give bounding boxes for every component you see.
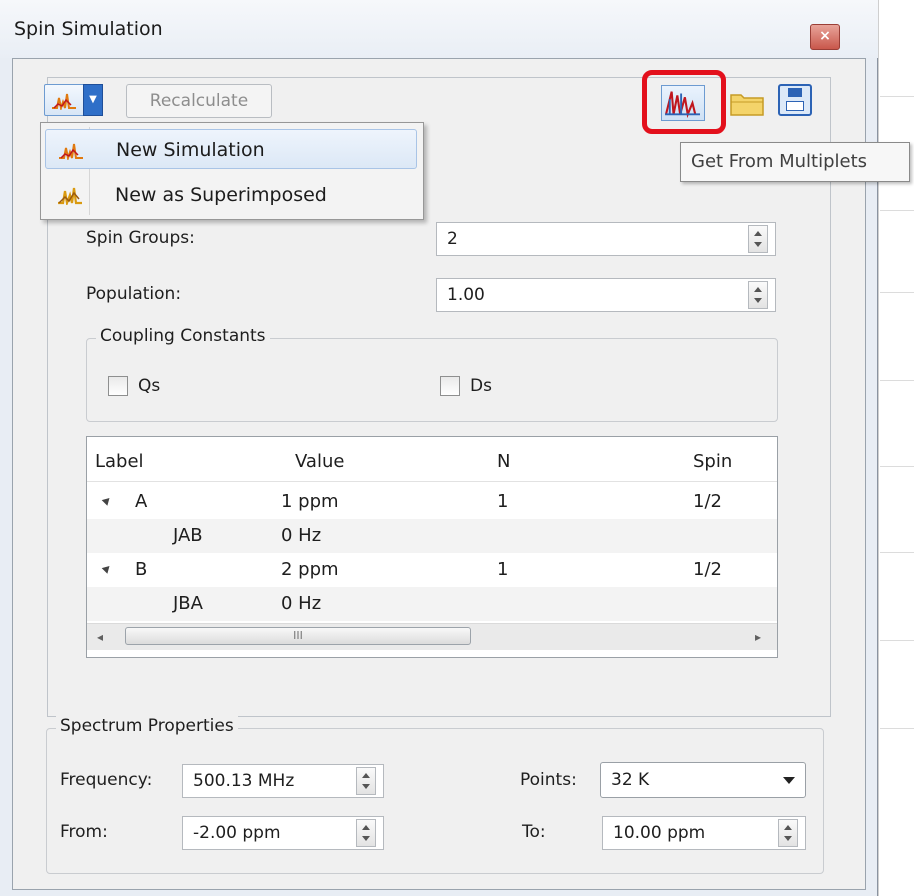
- table-row[interactable]: JAB 0 Hz: [87, 519, 777, 553]
- background-divider: [878, 0, 879, 896]
- from-stepper[interactable]: [356, 819, 376, 847]
- spectrum-simulation-icon: [59, 143, 83, 160]
- spin-groups-stepper[interactable]: [748, 225, 768, 253]
- row-value[interactable]: 0 Hz: [281, 525, 321, 546]
- horizontal-scrollbar[interactable]: ◂ III ▸: [87, 623, 777, 650]
- from-value: -2.00 ppm: [193, 823, 281, 843]
- chevron-down-icon: [783, 777, 795, 784]
- tooltip: Get From Multiplets: [680, 142, 910, 182]
- table-row[interactable]: A 1 ppm 1 1/2: [87, 485, 777, 519]
- multiplets-icon: [664, 91, 700, 119]
- expand-triangle-icon[interactable]: [101, 495, 113, 506]
- row-n[interactable]: 1: [497, 559, 508, 580]
- title-bar[interactable]: Spin Simulation ×: [0, 0, 878, 58]
- background-grid-line: [880, 728, 914, 729]
- background-grid-line: [880, 96, 914, 97]
- row-label: A: [135, 491, 148, 512]
- row-value[interactable]: 2 ppm: [281, 559, 339, 580]
- row-n[interactable]: 1: [497, 491, 508, 512]
- recalculate-button[interactable]: Recalculate: [126, 84, 272, 118]
- spectrum-properties-title: Spectrum Properties: [56, 716, 238, 736]
- frequency-label: Frequency:: [60, 770, 153, 790]
- get-from-multiplets-icon-frame: [661, 85, 705, 121]
- menu-item-label: New as Superimposed: [115, 184, 327, 206]
- background-grid-line: [880, 552, 914, 553]
- points-value: 32 K: [611, 770, 650, 790]
- to-value: 10.00 ppm: [613, 823, 706, 843]
- spin-groups-value: 2: [447, 229, 458, 249]
- window-title: Spin Simulation: [14, 18, 163, 40]
- row-value[interactable]: 0 Hz: [281, 593, 321, 614]
- population-input[interactable]: 1.00: [436, 278, 776, 312]
- ds-checkbox[interactable]: [440, 376, 460, 396]
- scroll-left-icon[interactable]: ◂: [97, 630, 103, 644]
- population-stepper[interactable]: [748, 281, 768, 309]
- simulation-menu-button[interactable]: ▼: [44, 84, 103, 116]
- population-label: Population:: [86, 284, 182, 304]
- coupling-constants-title: Coupling Constants: [96, 326, 270, 346]
- scrollbar-grip-icon: III: [293, 629, 303, 642]
- superimposed-spectrum-icon: [58, 187, 82, 205]
- chevron-down-icon[interactable]: ▼: [83, 84, 103, 116]
- table-row[interactable]: B 2 ppm 1 1/2: [87, 553, 777, 587]
- row-label: JBA: [173, 593, 203, 614]
- menu-item-label: New Simulation: [116, 139, 265, 161]
- background-grid-line: [880, 210, 914, 211]
- folder-icon[interactable]: [730, 90, 764, 116]
- column-header-spin[interactable]: Spin: [693, 451, 732, 472]
- spectrum-properties-group: [46, 728, 824, 874]
- from-label: From:: [60, 822, 108, 842]
- expand-triangle-icon[interactable]: [101, 563, 113, 574]
- table-row[interactable]: JBA 0 Hz: [87, 587, 777, 621]
- points-select[interactable]: 32 K: [600, 762, 806, 798]
- spin-table: Label Value N Spin A 1 ppm 1 1/2 JAB 0 H…: [86, 436, 778, 658]
- row-spin[interactable]: 1/2: [693, 491, 722, 512]
- close-icon: ×: [819, 28, 831, 44]
- row-spin[interactable]: 1/2: [693, 559, 722, 580]
- points-label: Points:: [520, 770, 577, 790]
- spin-groups-label: Spin Groups:: [86, 228, 195, 248]
- spectrum-simulation-icon: [52, 93, 76, 110]
- frequency-value: 500.13 MHz: [193, 771, 295, 791]
- menu-item-new-as-superimposed[interactable]: New as Superimposed: [45, 175, 417, 215]
- to-input[interactable]: 10.00 ppm: [602, 816, 806, 850]
- to-label: To:: [522, 822, 546, 842]
- background-grid-line: [880, 640, 914, 641]
- spin-groups-input[interactable]: 2: [436, 222, 776, 256]
- population-value: 1.00: [447, 285, 485, 305]
- frequency-input[interactable]: 500.13 MHz: [182, 764, 384, 798]
- close-button[interactable]: ×: [810, 24, 840, 50]
- to-stepper[interactable]: [778, 819, 798, 847]
- qs-checkbox[interactable]: [108, 376, 128, 396]
- row-label: B: [135, 559, 148, 580]
- qs-label: Qs: [138, 376, 161, 396]
- background-grid-line: [880, 466, 914, 467]
- row-value[interactable]: 1 ppm: [281, 491, 339, 512]
- header-divider: [87, 481, 777, 482]
- column-header-n[interactable]: N: [497, 451, 510, 472]
- from-input[interactable]: -2.00 ppm: [182, 816, 384, 850]
- row-label: JAB: [173, 525, 203, 546]
- column-header-value[interactable]: Value: [295, 451, 344, 472]
- coupling-constants-group: [86, 338, 778, 422]
- background-grid-line: [880, 380, 914, 381]
- get-from-multiplets-button[interactable]: [642, 70, 726, 134]
- column-header-label[interactable]: Label: [95, 451, 144, 472]
- background-grid-line: [880, 292, 914, 293]
- frequency-stepper[interactable]: [356, 767, 376, 795]
- scroll-right-icon[interactable]: ▸: [755, 630, 761, 644]
- ds-label: Ds: [470, 376, 492, 396]
- save-button[interactable]: [778, 84, 812, 116]
- menu-item-new-simulation[interactable]: New Simulation: [45, 129, 417, 169]
- simulation-dropdown-menu: New Simulation New as Superimposed: [40, 122, 424, 220]
- scrollbar-thumb[interactable]: III: [125, 627, 471, 645]
